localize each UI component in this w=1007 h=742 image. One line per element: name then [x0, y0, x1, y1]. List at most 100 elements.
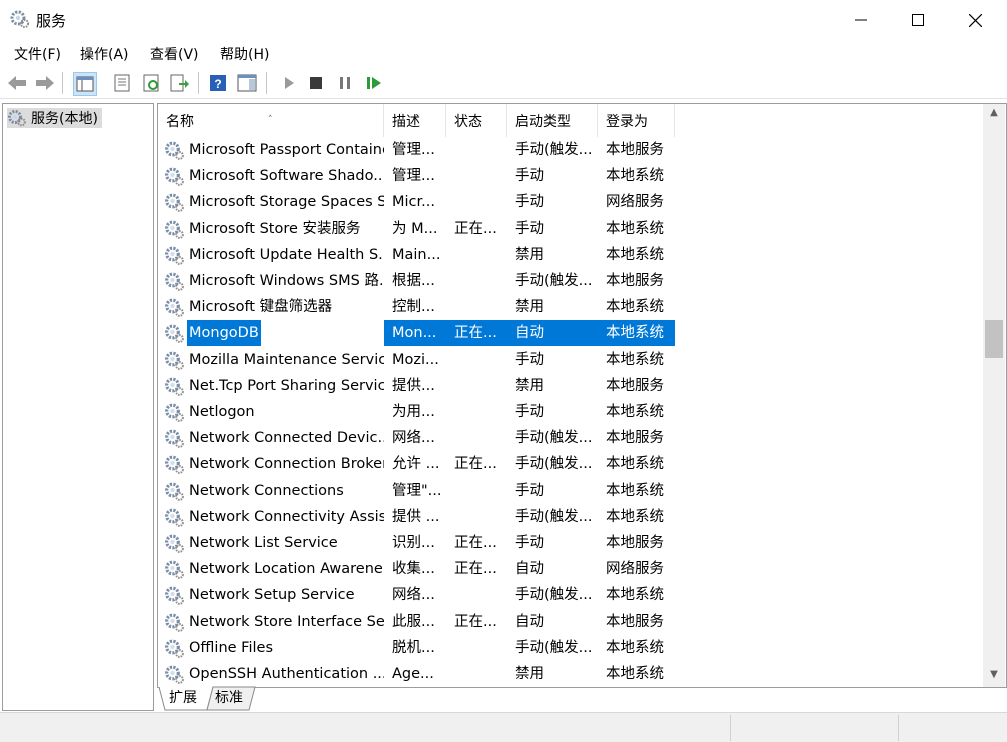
- back-button[interactable]: [6, 72, 28, 94]
- cell-name: Net.Tcp Port Sharing Service: [158, 373, 384, 399]
- cell-name: Network Connected Devic...: [158, 425, 384, 451]
- menu-action[interactable]: 操作(A): [80, 44, 129, 64]
- pause-service-icon: [340, 77, 350, 89]
- vertical-scrollbar[interactable]: ▲ ▼: [983, 104, 1005, 687]
- cell-status: [454, 347, 510, 373]
- cell-name: Mozilla Maintenance Service: [158, 347, 384, 373]
- table-row[interactable]: Microsoft Storage Spaces S... Micr... 手动 网络…: [158, 189, 675, 215]
- tree-item-services-local[interactable]: 服务(本地): [7, 108, 102, 128]
- svg-text:?: ?: [214, 77, 221, 91]
- cell-startup-type: 手动(触发...: [515, 273, 593, 289]
- tab-standard[interactable]: 标准: [215, 686, 243, 710]
- cell-status: [454, 504, 510, 530]
- scroll-down-icon[interactable]: ▼: [983, 666, 1005, 684]
- cell-startup-type: 手动(触发...: [515, 430, 593, 447]
- cell-name: MongoDB: [158, 320, 384, 347]
- refresh-button[interactable]: [141, 72, 163, 94]
- menu-file[interactable]: 文件(F): [14, 44, 61, 64]
- cell-logon-as: 本地服务: [606, 273, 664, 289]
- stop-service-button[interactable]: [305, 72, 327, 94]
- menu-view[interactable]: 查看(V): [150, 44, 199, 64]
- table-row[interactable]: Microsoft Windows SMS 路... 根据... 手动(触发... 本…: [158, 268, 675, 294]
- table-row[interactable]: Network Location Awarene... 收集... 正在... 自动 网…: [158, 556, 675, 582]
- cell-logon-as: 本地服务: [606, 430, 664, 447]
- service-name: Microsoft Store 安装服务: [189, 220, 361, 237]
- cell-description: 网络...: [392, 587, 435, 604]
- tab-extended[interactable]: 扩展: [169, 686, 197, 710]
- restart-service-button[interactable]: [363, 72, 385, 94]
- back-arrow-icon: [8, 76, 26, 90]
- close-button[interactable]: [946, 0, 1004, 40]
- table-row[interactable]: Microsoft Store 安装服务 为 M... 正在... 手动 本地系统: [158, 216, 675, 242]
- export-list-button[interactable]: [169, 72, 191, 94]
- maximize-button[interactable]: [889, 0, 947, 40]
- table-row[interactable]: Network Connections 管理"... 手动 本地系统: [158, 478, 675, 504]
- maximize-icon: [912, 14, 924, 26]
- toolbar-separator: [62, 72, 63, 94]
- properties-icon: [114, 74, 130, 92]
- cell-description: 根据...: [392, 273, 435, 289]
- close-icon: [968, 13, 982, 27]
- cell-status: 正在...: [454, 456, 497, 473]
- cell-name: Network Store Interface Se...: [158, 609, 384, 635]
- service-name: MongoDB: [187, 320, 261, 347]
- view-tabs: 扩展 标准: [157, 686, 457, 712]
- stop-service-icon: [310, 77, 322, 89]
- cell-startup-type: 手动: [515, 168, 544, 185]
- minimize-icon: [855, 19, 867, 21]
- table-row[interactable]: Network Connectivity Assis... 提供 ... 手动(触发…: [158, 504, 675, 530]
- cell-name: Network Location Awarene...: [158, 556, 384, 582]
- cell-startup-type: 禁用: [515, 666, 544, 682]
- show-hide-console-tree-icon: [76, 76, 94, 92]
- table-row[interactable]: Netlogon 为用... 手动 本地系统: [158, 399, 675, 425]
- cell-status: [454, 635, 510, 661]
- table-row[interactable]: Offline Files 脱机... 手动(触发... 本地系统: [158, 635, 675, 661]
- table-row[interactable]: OpenSSH Authentication ... Age... 禁用 本地系统: [158, 661, 675, 687]
- cell-startup-type: 手动(触发...: [515, 142, 593, 158]
- cell-logon-as: 本地系统: [606, 404, 664, 420]
- show-hide-console-tree-button[interactable]: [73, 72, 97, 96]
- column-header-startup-type[interactable]: 启动类型: [507, 104, 598, 137]
- column-header-logon-as[interactable]: 登录为: [598, 104, 675, 137]
- cell-startup-type: 手动(触发...: [515, 587, 593, 604]
- service-name: Network Connectivity Assis...: [189, 508, 384, 525]
- properties-button[interactable]: [111, 72, 133, 94]
- table-row[interactable]: Microsoft 键盘筛选器 控制... 禁用 本地系统: [158, 294, 675, 320]
- start-service-button[interactable]: [278, 72, 300, 94]
- table-row[interactable]: Mozilla Maintenance Service Mozi... 手动 本地系统: [158, 347, 675, 373]
- cell-startup-type: 禁用: [515, 377, 544, 394]
- cell-startup-type: 手动: [515, 351, 544, 368]
- table-row[interactable]: Network Connection Broker 允许 ... 正在... 手动(触…: [158, 451, 675, 477]
- forward-button[interactable]: [34, 72, 56, 94]
- help-button[interactable]: ?: [207, 72, 229, 94]
- column-header-description[interactable]: 描述: [384, 104, 446, 137]
- table-row[interactable]: Net.Tcp Port Sharing Service 提供... 禁用 本地服务: [158, 373, 675, 399]
- minimize-button[interactable]: [832, 0, 890, 40]
- column-header-row: 名称 ˄ 描述 状态 启动类型 登录为: [158, 104, 675, 137]
- column-header-status[interactable]: 状态: [446, 104, 507, 137]
- cell-name: Microsoft Windows SMS 路...: [158, 268, 384, 294]
- cell-status: [454, 582, 510, 608]
- table-row[interactable]: Network Setup Service 网络... 手动(触发... 本地系统: [158, 582, 675, 608]
- menu-help[interactable]: 帮助(H): [220, 44, 269, 64]
- service-name: Microsoft Storage Spaces S...: [189, 194, 384, 211]
- show-action-pane-button[interactable]: [236, 72, 258, 94]
- column-header-name[interactable]: 名称 ˄: [158, 104, 384, 137]
- table-row[interactable]: Network Store Interface Se... 此服... 正在... 自…: [158, 609, 675, 635]
- scroll-up-icon[interactable]: ▲: [983, 104, 1005, 122]
- table-row[interactable]: Microsoft Software Shado... 管理... 手动 本地系统: [158, 163, 675, 189]
- cell-name: Microsoft Store 安装服务: [158, 216, 384, 242]
- scrollbar-thumb[interactable]: [985, 320, 1003, 358]
- cell-startup-type: 自动: [515, 613, 544, 630]
- cell-description: Age...: [392, 666, 434, 682]
- pause-service-button[interactable]: [334, 72, 356, 94]
- cell-logon-as: 本地服务: [606, 613, 664, 630]
- table-row[interactable]: Microsoft Passport Container 管理... 手动(触发..…: [158, 137, 675, 163]
- table-row[interactable]: Network List Service 识别... 正在... 手动 本地服务: [158, 530, 675, 556]
- table-row[interactable]: MongoDB Mon... 正在... 自动 本地系统: [158, 320, 675, 347]
- table-row[interactable]: Microsoft Update Health S... Main... 禁用 本地系…: [158, 242, 675, 268]
- cell-description: 提供...: [392, 377, 435, 394]
- cell-startup-type: 禁用: [515, 299, 544, 316]
- table-row[interactable]: Network Connected Devic... 网络... 手动(触发... 本…: [158, 425, 675, 451]
- cell-status: [454, 189, 510, 215]
